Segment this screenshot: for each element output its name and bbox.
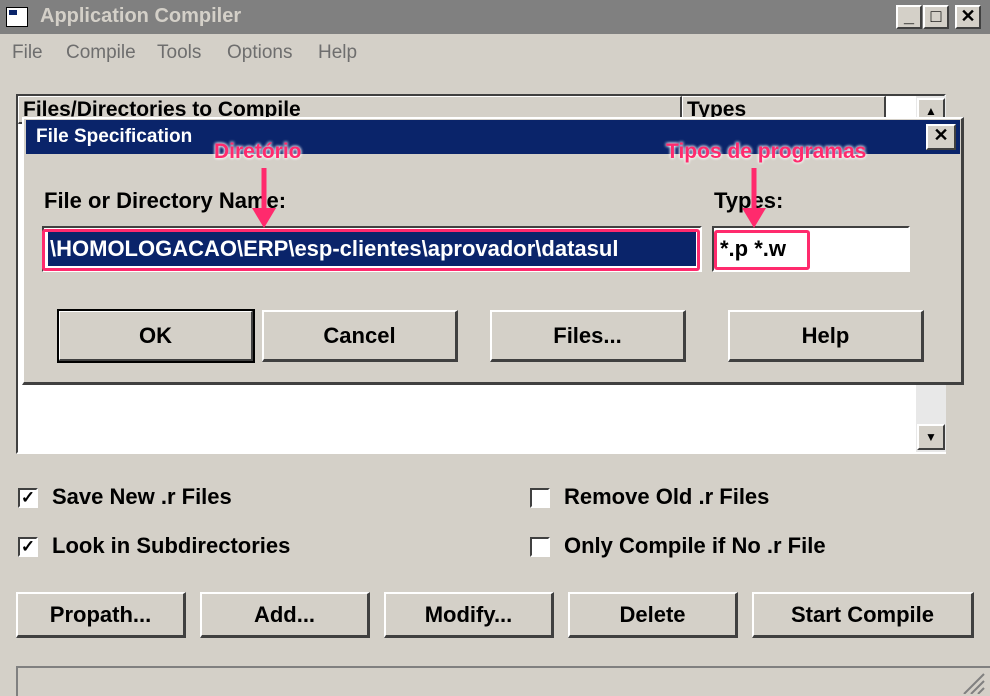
menu-help[interactable]: Help: [318, 42, 357, 64]
only-compile-label: Only Compile if No .r File: [564, 533, 826, 558]
window-title: Application Compiler: [40, 5, 242, 27]
menu-tools[interactable]: Tools: [157, 42, 201, 64]
remove-old-label: Remove Old .r Files: [564, 484, 770, 509]
delete-button[interactable]: Delete: [568, 592, 738, 638]
close-button[interactable]: ✕: [955, 5, 981, 29]
directory-arrow-icon: [252, 168, 276, 228]
resize-grip-icon[interactable]: [956, 672, 986, 694]
cancel-button[interactable]: Cancel: [262, 310, 458, 362]
app-icon: [6, 7, 28, 27]
minimize-button[interactable]: _: [896, 5, 922, 29]
directory-highlight-box: [42, 229, 700, 271]
scroll-down-icon[interactable]: ▼: [917, 424, 945, 450]
menu-bar: [0, 34, 990, 70]
annotation-directory: Diretório: [214, 140, 302, 163]
types-arrow-icon: [742, 168, 766, 228]
types-highlight-box: [714, 230, 810, 270]
add-button[interactable]: Add...: [200, 592, 370, 638]
menu-file[interactable]: File: [12, 42, 43, 64]
files-button[interactable]: Files...: [490, 310, 686, 362]
maximize-button[interactable]: □: [923, 5, 949, 29]
modify-button[interactable]: Modify...: [384, 592, 554, 638]
annotation-program-types: Tipos de programas: [666, 140, 867, 163]
remove-old-checkbox[interactable]: [530, 488, 550, 508]
menu-compile[interactable]: Compile: [66, 42, 136, 64]
menu-options[interactable]: Options: [227, 42, 292, 64]
look-subdirs-checkbox[interactable]: ✓: [18, 537, 38, 557]
dialog-title: File Specification: [36, 126, 193, 147]
save-new-label: Save New .r Files: [52, 484, 232, 509]
dialog-help-button[interactable]: Help: [728, 310, 924, 362]
propath-button[interactable]: Propath...: [16, 592, 186, 638]
only-compile-checkbox[interactable]: [530, 537, 550, 557]
save-new-checkbox[interactable]: ✓: [18, 488, 38, 508]
ok-button[interactable]: OK: [57, 309, 255, 363]
start-compile-button[interactable]: Start Compile: [752, 592, 974, 638]
status-bar: [16, 666, 990, 696]
look-subdirs-label: Look in Subdirectories: [52, 533, 291, 558]
dialog-close-button[interactable]: ✕: [926, 124, 956, 150]
